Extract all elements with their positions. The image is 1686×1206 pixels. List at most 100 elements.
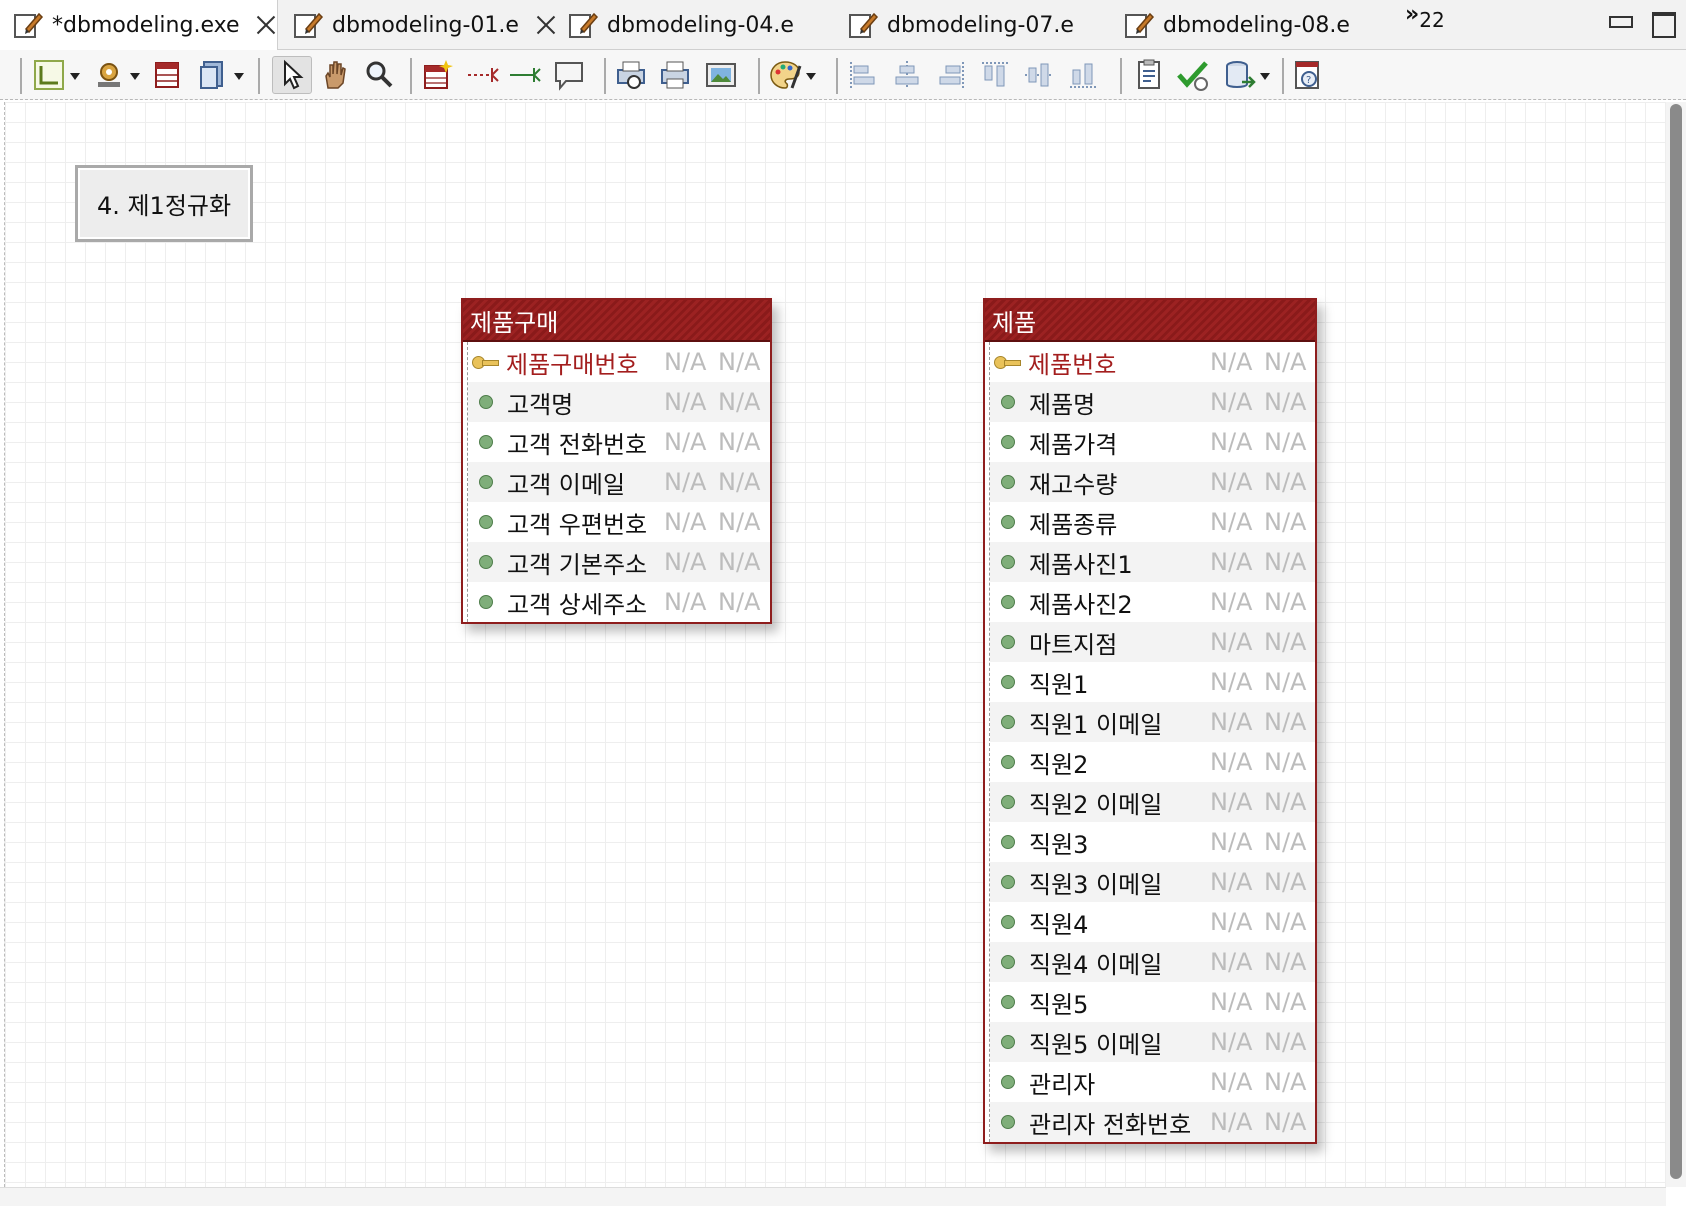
attribute-row[interactable]: 고객 우편번호 N/A N/A xyxy=(468,502,770,542)
tab-label: dbmodeling-07.e xyxy=(887,12,1074,38)
tab-dbmodeling-07[interactable]: dbmodeling-07.e xyxy=(835,0,1105,50)
column-name: 고객 전화번호 xyxy=(507,430,648,459)
entity-purchase[interactable]: 제품구매 제품구매번호 N/A N/A 고객명 N/A N/A 고객 전화번호 N/A N/A 고… xyxy=(461,298,772,624)
entity-title[interactable]: 제품 xyxy=(985,300,1315,342)
align-right-icon[interactable] xyxy=(934,58,968,92)
zoom-icon[interactable] xyxy=(362,58,396,92)
attribute-row[interactable]: 직원4 이메일 N/A N/A xyxy=(990,942,1315,982)
validate-check-icon[interactable] xyxy=(1176,58,1210,92)
physical-type: N/A xyxy=(1264,588,1307,616)
attribute-row[interactable]: 직원5 N/A N/A xyxy=(990,982,1315,1022)
attribute-row[interactable]: 고객 기본주소 N/A N/A xyxy=(468,542,770,582)
attribute-row[interactable]: 재고수량 N/A N/A xyxy=(990,462,1315,502)
table-icon[interactable] xyxy=(150,58,184,92)
attribute-row[interactable]: 고객 상세주소 N/A N/A xyxy=(468,582,770,622)
column-name: 재고수량 xyxy=(1029,470,1118,499)
attribute-row[interactable]: 제품사진2 N/A N/A xyxy=(990,582,1315,622)
physical-type: N/A xyxy=(1264,548,1307,576)
attribute-row[interactable]: 관리자 전화번호 N/A N/A xyxy=(990,1102,1315,1142)
relation-dashed-icon[interactable] xyxy=(466,58,500,92)
comment-icon[interactable] xyxy=(552,58,586,92)
attribute-bullet-icon xyxy=(1001,595,1015,609)
attribute-row[interactable]: 제품명 N/A N/A xyxy=(990,382,1315,422)
physical-type: N/A xyxy=(1264,708,1307,736)
attribute-row[interactable]: 고객 전화번호 N/A N/A xyxy=(468,422,770,462)
attribute-row[interactable]: 고객명 N/A N/A xyxy=(468,382,770,422)
hand-icon[interactable] xyxy=(318,58,352,92)
column-name: 직원4 이메일 xyxy=(1029,950,1163,979)
tab-label: dbmodeling-04.e xyxy=(607,12,794,38)
maximize-icon[interactable] xyxy=(1650,10,1676,38)
help-icon[interactable]: ? xyxy=(1290,58,1324,92)
copy-icon[interactable] xyxy=(196,58,244,92)
diagram-note[interactable]: 4. 제1정규화 xyxy=(75,165,253,242)
new-table-icon[interactable] xyxy=(420,58,454,92)
physical-type: N/A xyxy=(1264,948,1307,976)
select-arrow-icon[interactable] xyxy=(272,56,312,94)
attribute-row[interactable]: 직원5 이메일 N/A N/A xyxy=(990,1022,1315,1062)
column-name: 제품가격 xyxy=(1029,430,1118,459)
entity-title[interactable]: 제품구매 xyxy=(463,300,770,342)
print-icon[interactable] xyxy=(658,58,692,92)
attribute-row[interactable]: 직원4 N/A N/A xyxy=(990,902,1315,942)
primary-key-row[interactable]: 제품구매번호 N/A N/A xyxy=(468,342,770,382)
edit-file-icon xyxy=(567,9,599,41)
logical-type: N/A xyxy=(1210,988,1253,1016)
tab-overflow-button[interactable]: »22 xyxy=(1405,2,1445,33)
attribute-row[interactable]: 직원3 N/A N/A xyxy=(990,822,1315,862)
attribute-row[interactable]: 마트지점 N/A N/A xyxy=(990,622,1315,662)
attribute-bullet-icon xyxy=(1001,635,1015,649)
report-icon[interactable] xyxy=(1132,58,1166,92)
print-preview-icon[interactable] xyxy=(614,58,648,92)
tab-dbmodeling-01[interactable]: dbmodeling-01.e xyxy=(280,0,550,50)
entity-product[interactable]: 제품 제품번호 N/A N/A 제품명 N/A N/A 제품가격 N/A N/A 재고수량 N/A N… xyxy=(983,298,1317,1144)
close-icon[interactable] xyxy=(253,12,277,38)
toolbar-separator xyxy=(830,58,838,94)
align-top-icon[interactable] xyxy=(978,58,1012,92)
tab-label: dbmodeling-08.e xyxy=(1163,12,1350,38)
edit-file-icon xyxy=(1123,9,1155,41)
attribute-row[interactable]: 직원2 N/A N/A xyxy=(990,742,1315,782)
physical-type: N/A xyxy=(1264,828,1307,856)
settings-icon[interactable] xyxy=(92,58,140,92)
attribute-row[interactable]: 고객 이메일 N/A N/A xyxy=(468,462,770,502)
align-left-icon[interactable] xyxy=(846,58,880,92)
column-name: 고객 기본주소 xyxy=(507,550,648,579)
tab-dbmodeling-exe[interactable]: *dbmodeling.exe xyxy=(0,0,278,50)
attribute-row[interactable]: 직원3 이메일 N/A N/A xyxy=(990,862,1315,902)
logical-type: N/A xyxy=(1210,1028,1253,1056)
tab-dbmodeling-08[interactable]: dbmodeling-08.e xyxy=(1111,0,1381,50)
layout-icon[interactable] xyxy=(32,58,80,92)
attribute-row[interactable]: 관리자 N/A N/A xyxy=(990,1062,1315,1102)
attribute-bullet-icon xyxy=(1001,1035,1015,1049)
primary-key-row[interactable]: 제품번호 N/A N/A xyxy=(990,342,1315,382)
align-middle-icon[interactable] xyxy=(1022,58,1056,92)
minimize-icon[interactable] xyxy=(1607,10,1633,36)
scrollbar-thumb[interactable] xyxy=(1670,104,1682,1179)
attribute-row[interactable]: 직원1 N/A N/A xyxy=(990,662,1315,702)
close-icon[interactable] xyxy=(533,12,550,38)
logical-type: N/A xyxy=(1210,508,1253,536)
attribute-row[interactable]: 직원2 이메일 N/A N/A xyxy=(990,782,1315,822)
column-name: 제품명 xyxy=(1029,390,1096,419)
primary-key-icon xyxy=(994,355,1021,369)
vertical-scrollbar[interactable] xyxy=(1666,102,1686,1187)
attribute-row[interactable]: 직원1 이메일 N/A N/A xyxy=(990,702,1315,742)
column-name: 마트지점 xyxy=(1029,630,1118,659)
attribute-row[interactable]: 제품종류 N/A N/A xyxy=(990,502,1315,542)
export-icon[interactable] xyxy=(1222,58,1270,92)
horizontal-scrollbar[interactable] xyxy=(0,1187,1666,1206)
tab-dbmodeling-04[interactable]: dbmodeling-04.e xyxy=(555,0,825,50)
diagram-canvas[interactable] xyxy=(4,102,1666,1187)
attribute-row[interactable]: 제품사진1 N/A N/A xyxy=(990,542,1315,582)
column-name: 직원5 xyxy=(1029,990,1089,1019)
attribute-row[interactable]: 제품가격 N/A N/A xyxy=(990,422,1315,462)
palette-icon[interactable] xyxy=(768,58,816,92)
align-center-icon[interactable] xyxy=(890,58,924,92)
align-bottom-icon[interactable] xyxy=(1066,58,1100,92)
image-export-icon[interactable] xyxy=(704,58,738,92)
physical-type: N/A xyxy=(1264,788,1307,816)
attribute-bullet-icon xyxy=(479,595,493,609)
primary-key-icon xyxy=(472,355,499,369)
relation-icon[interactable] xyxy=(508,58,542,92)
